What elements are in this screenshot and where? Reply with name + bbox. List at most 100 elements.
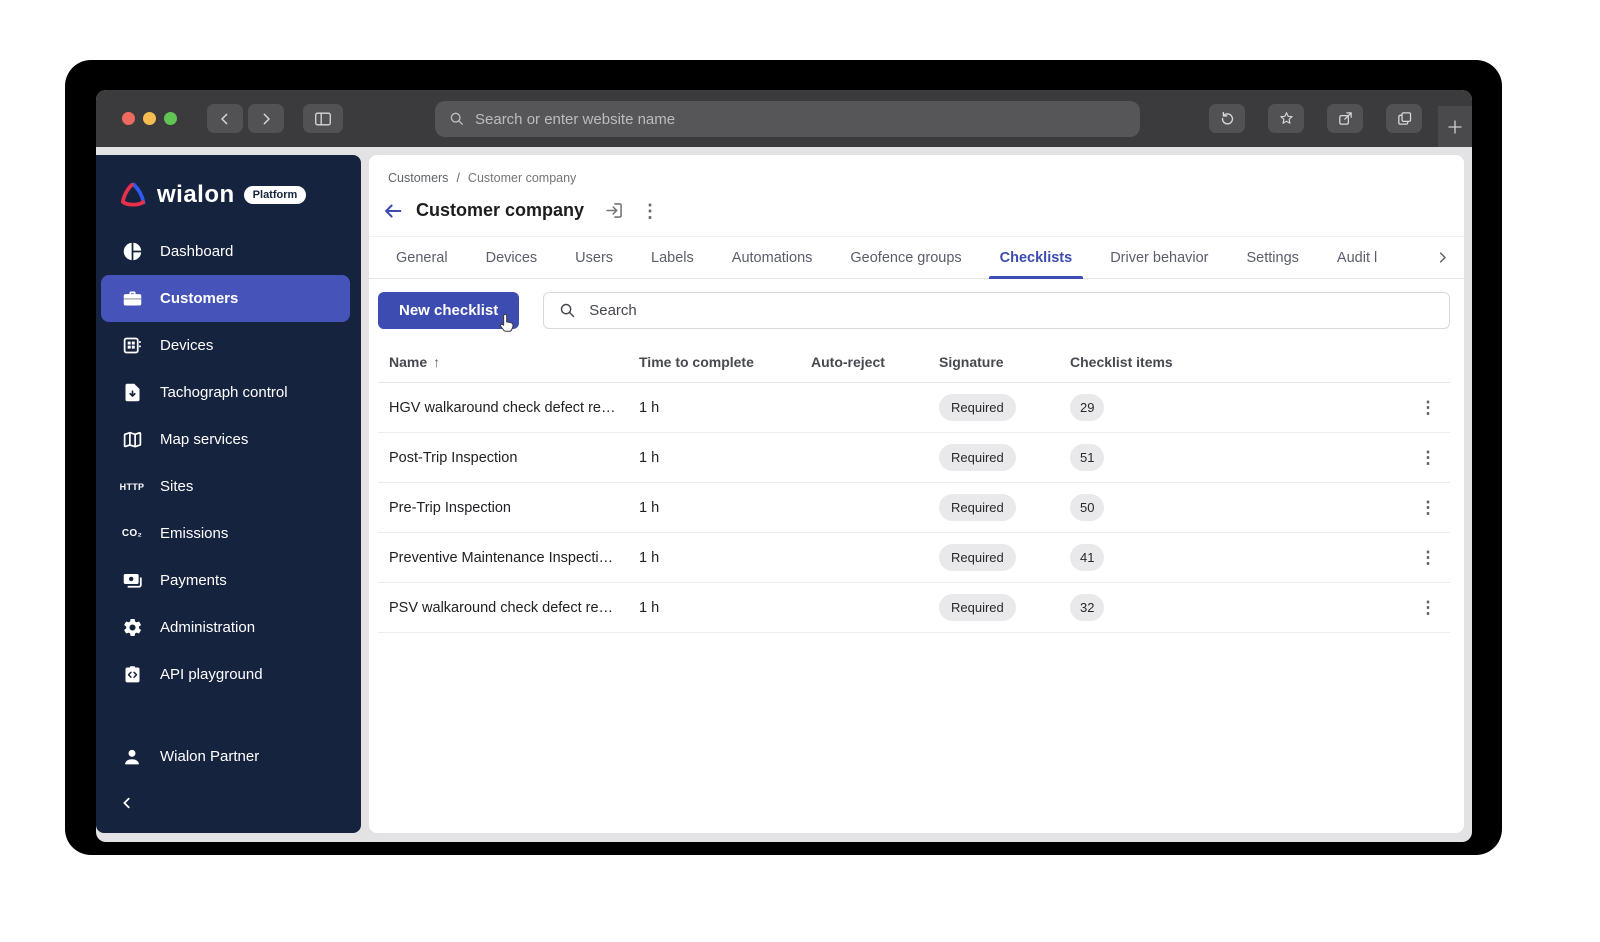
breadcrumb-customers-link[interactable]: Customers (388, 171, 448, 185)
row-more-actions-button[interactable]: ⋮ (1406, 499, 1450, 516)
sort-ascending-icon: ↑ (433, 353, 441, 370)
checklist-items-count-badge: 51 (1070, 444, 1105, 471)
sidebar-item-customers[interactable]: Customers (101, 275, 350, 322)
table-row[interactable]: HGV walkaround check defect re… 1 h Requir… (378, 383, 1450, 433)
checklist-table: Name ↑ Time to complete Auto-reject Sign… (369, 341, 1464, 633)
browser-sidebar-toggle-button[interactable] (303, 104, 343, 133)
cell-checklist-items: 32 (1070, 594, 1406, 621)
tab-devices[interactable]: Devices (473, 237, 551, 278)
sidebar-item-payments[interactable]: Payments (101, 557, 350, 604)
new-tab-button[interactable] (1438, 106, 1472, 147)
signature-required-badge: Required (939, 594, 1016, 621)
new-checklist-button[interactable]: New checklist (378, 292, 520, 329)
sidebar-item-tachograph-control[interactable]: Tachograph control (101, 369, 350, 416)
tab-automations[interactable]: Automations (719, 237, 826, 278)
sidebar-item-dashboard[interactable]: Dashboard (101, 228, 350, 275)
browser-forward-button[interactable] (248, 104, 284, 133)
sidebar-item-sites[interactable]: HTTP Sites (101, 463, 350, 510)
sidebar-item-map-services[interactable]: Map services (101, 416, 350, 463)
app-body: wialon Platform Dashboard Customers Device… (96, 147, 1472, 842)
cell-time-to-complete: 1 h (639, 399, 660, 416)
table-row[interactable]: Pre-Trip Inspection 1 h Required 50 ⋮ (378, 483, 1450, 533)
cell-time-to-complete: 1 h (639, 599, 660, 616)
address-bar-placeholder: Search or enter website name (475, 110, 676, 128)
chevron-left-icon (221, 113, 228, 124)
checklist-search-input[interactable]: Search (543, 292, 1450, 329)
tab-checklists[interactable]: Checklists (987, 237, 1086, 279)
row-more-actions-button[interactable]: ⋮ (1406, 399, 1450, 416)
open-external-icon (1338, 112, 1352, 125)
sidebar-item-api-playground[interactable]: API playground (101, 651, 350, 698)
bookmark-button[interactable] (1268, 104, 1304, 133)
cell-checklist-items: 29 (1070, 394, 1406, 421)
sidebar-item-emissions[interactable]: CO₂ Emissions (101, 510, 350, 557)
zoom-window-button[interactable] (164, 112, 177, 125)
tab-geofence-groups[interactable]: Geofence groups (837, 237, 974, 278)
desktop-background: Search or enter website name wialon Plat… (65, 60, 1502, 855)
tab-driver-behavior[interactable]: Driver behavior (1097, 237, 1221, 278)
page-more-actions-button[interactable]: ⋮ (631, 202, 669, 220)
table-row[interactable]: Preventive Maintenance Inspecti… 1 h Requi… (378, 533, 1450, 583)
signature-required-badge: Required (939, 494, 1016, 521)
sidebar-item-devices[interactable]: Devices (101, 322, 350, 369)
signature-required-badge: Required (939, 544, 1016, 571)
column-header-checklist-items[interactable]: Checklist items (1070, 354, 1406, 370)
row-more-actions-button[interactable]: ⋮ (1406, 599, 1450, 616)
share-button[interactable] (1327, 104, 1363, 133)
sidebar-panel-icon (315, 112, 331, 125)
tachograph-icon (120, 382, 144, 403)
minimize-window-button[interactable] (143, 112, 156, 125)
column-header-name[interactable]: Name ↑ (389, 354, 639, 370)
sidebar-item-administration[interactable]: Administration (101, 604, 350, 651)
column-header-signature[interactable]: Signature (939, 354, 1070, 370)
tabs-scroll-right-button[interactable] (1435, 250, 1456, 265)
back-button[interactable] (382, 200, 404, 222)
show-tabs-button[interactable] (1386, 104, 1422, 133)
tab-general[interactable]: General (383, 237, 461, 278)
search-icon (450, 112, 463, 125)
row-more-actions-button[interactable]: ⋮ (1406, 449, 1450, 466)
column-header-auto-reject[interactable]: Auto-reject (811, 354, 939, 370)
tab-labels[interactable]: Labels (638, 237, 707, 278)
payments-icon (120, 570, 144, 591)
tab-audit-l[interactable]: Audit l (1324, 237, 1390, 278)
cell-name: Pre-Trip Inspection (389, 499, 511, 516)
column-header-time-to-complete[interactable]: Time to complete (639, 354, 811, 370)
checklist-toolbar: New checklist Search (369, 279, 1464, 341)
sidebar-item-label: Payments (160, 572, 227, 589)
close-window-button[interactable] (122, 112, 135, 125)
table-row[interactable]: PSV walkaround check defect re… 1 h Requir… (378, 583, 1450, 633)
tab-users[interactable]: Users (562, 237, 626, 278)
gear-icon (120, 617, 144, 638)
browser-address-bar[interactable]: Search or enter website name (435, 101, 1140, 137)
sidebar-collapse-button[interactable] (96, 780, 361, 821)
logo-wordmark: wialon (157, 181, 235, 208)
row-more-actions-button[interactable]: ⋮ (1406, 549, 1450, 566)
sidebar-item-label: Tachograph control (160, 384, 288, 401)
cell-name: Post-Trip Inspection (389, 449, 518, 466)
arrow-left-icon (385, 203, 402, 218)
cell-signature: Required (939, 494, 1070, 521)
devices-icon (120, 335, 144, 356)
cell-signature: Required (939, 444, 1070, 471)
sidebar-item-wialon-partner[interactable]: Wialon Partner (101, 733, 350, 780)
table-row[interactable]: Post-Trip Inspection 1 h Required 51 ⋮ (378, 433, 1450, 483)
cell-checklist-items: 50 (1070, 494, 1406, 521)
reload-button[interactable] (1209, 104, 1245, 133)
table-body: HGV walkaround check defect re… 1 h Requir… (378, 383, 1450, 633)
tab-settings[interactable]: Settings (1234, 237, 1312, 278)
plus-icon (1448, 119, 1462, 134)
browser-back-button[interactable] (207, 104, 243, 133)
tabs-overview-icon (1397, 112, 1411, 125)
sidebar-item-label: Dashboard (160, 243, 234, 260)
cell-time-to-complete: 1 h (639, 499, 660, 516)
browser-toolbar: Search or enter website name (96, 90, 1472, 147)
page-header: Customer company ⋮ (369, 185, 1464, 223)
breadcrumb: Customers / Customer company (369, 155, 1464, 185)
cell-checklist-items: 41 (1070, 544, 1406, 571)
api-icon (120, 664, 144, 685)
search-icon (560, 303, 575, 318)
log-in-as-customer-icon[interactable] (604, 200, 625, 221)
sidebar-item-label: Wialon Partner (160, 748, 260, 765)
checklist-items-count-badge: 50 (1070, 494, 1105, 521)
